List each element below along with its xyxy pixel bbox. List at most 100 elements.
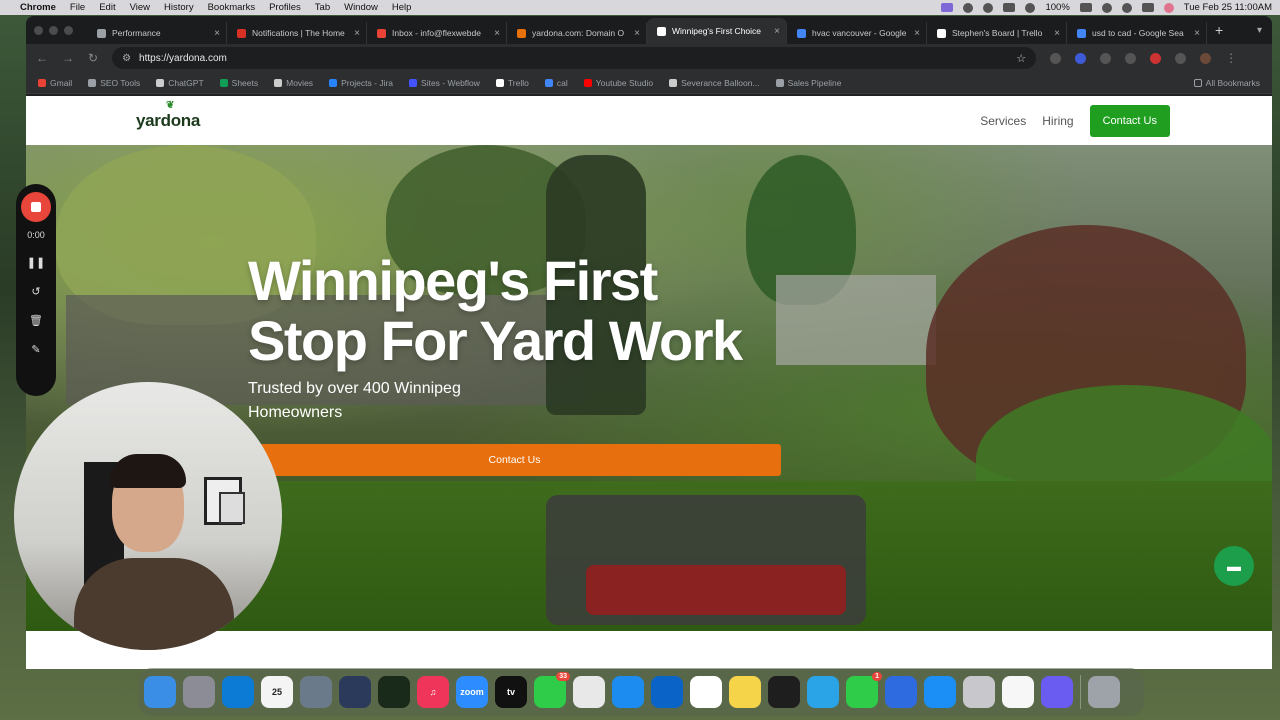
browser-tab[interactable]: Stephen's Board | Trello ×	[927, 22, 1067, 44]
wifi-icon[interactable]	[1101, 2, 1112, 13]
dock-preview-icon[interactable]	[300, 676, 332, 708]
pause-icon[interactable]: ❚❚	[27, 256, 45, 269]
dock-zoom-icon[interactable]: zoom	[456, 676, 488, 708]
dock-finder-icon[interactable]	[144, 676, 176, 708]
dock-edge-icon[interactable]	[222, 676, 254, 708]
stop-recording-button[interactable]	[21, 192, 51, 222]
tab-close-icon[interactable]: ×	[214, 28, 220, 39]
dock-outlook-icon[interactable]	[651, 676, 683, 708]
chat-widget-button[interactable]: ▬	[1214, 546, 1254, 586]
bookmark-item[interactable]: Sales Pipeline	[775, 78, 841, 88]
address-bar[interactable]: ⚙ https://yardona.com ☆	[112, 47, 1037, 69]
menu-help[interactable]: Help	[392, 2, 412, 13]
browser-tab[interactable]: yardona.com: Domain O ×	[507, 22, 647, 44]
tab-close-icon[interactable]: ×	[1194, 28, 1200, 39]
bluetooth-icon[interactable]	[963, 2, 974, 13]
siri-icon[interactable]	[1163, 2, 1174, 13]
draw-pencil-icon[interactable]: ✎	[31, 343, 40, 356]
header-contact-button[interactable]: Contact Us	[1089, 104, 1170, 137]
extension-red-icon[interactable]	[1150, 52, 1162, 64]
bookmark-item[interactable]: Sheets	[219, 78, 258, 88]
dock-messages-icon[interactable]: 33	[534, 672, 570, 708]
dock-safari-icon[interactable]	[612, 676, 644, 708]
dock-app-store-icon[interactable]	[924, 676, 956, 708]
tab-close-icon[interactable]: ×	[634, 28, 640, 39]
tab-search-chevron-icon[interactable]: ▾	[1257, 25, 1262, 36]
bookmark-item[interactable]: Trello	[495, 78, 529, 88]
browser-tab[interactable]: usd to cad - Google Sea ×	[1067, 22, 1207, 44]
nav-services[interactable]: Services	[980, 114, 1026, 128]
browser-tab[interactable]: Winnipeg's First Choice ×	[647, 18, 787, 44]
search-icon[interactable]	[1121, 2, 1132, 13]
site-logo[interactable]: ❦ yardona	[136, 100, 200, 131]
close-window-button[interactable]	[34, 25, 43, 35]
dock-screens-icon[interactable]	[807, 676, 839, 708]
dock-launchpad-icon[interactable]	[183, 676, 215, 708]
all-bookmarks-folder[interactable]: All Bookmarks	[1193, 78, 1260, 88]
screen-record-icon[interactable]	[941, 3, 954, 12]
extension-blue-icon[interactable]	[1075, 52, 1087, 64]
menu-history[interactable]: History	[164, 2, 194, 13]
extensions-puzzle-icon[interactable]	[1175, 52, 1187, 64]
dock-chrome-icon[interactable]	[573, 676, 605, 708]
restart-icon[interactable]: ↺	[31, 285, 40, 298]
dock-iphone-mirroring-icon[interactable]	[963, 676, 995, 708]
menu-window[interactable]: Window	[344, 2, 378, 13]
menu-clock[interactable]: Tue Feb 25 11:00AM	[1184, 2, 1272, 13]
nav-hiring[interactable]: Hiring	[1042, 114, 1073, 128]
dock-apple-tv-icon[interactable]: tv	[495, 676, 527, 708]
bookmark-item[interactable]: ChatGPT	[156, 78, 204, 88]
bookmark-item[interactable]: Projects - Jira	[329, 78, 393, 88]
dock-docs-icon[interactable]	[885, 676, 917, 708]
hero-contact-button[interactable]: Contact Us	[248, 444, 781, 476]
zoom-window-button[interactable]	[64, 25, 73, 35]
tab-close-icon[interactable]: ×	[774, 26, 780, 37]
back-arrow-icon[interactable]: ←	[36, 51, 48, 65]
menu-edit[interactable]: Edit	[99, 2, 115, 13]
dock-photos-icon[interactable]	[1002, 676, 1034, 708]
dock-perplexity-icon[interactable]	[1041, 676, 1073, 708]
extension-cloud-icon[interactable]	[1125, 52, 1137, 64]
bookmark-item[interactable]: Movies	[274, 78, 313, 88]
tab-close-icon[interactable]: ×	[494, 28, 500, 39]
bookmark-item[interactable]: Gmail	[38, 78, 72, 88]
extension-icon[interactable]	[1003, 3, 1016, 12]
forward-arrow-icon[interactable]: →	[62, 51, 74, 65]
dock-notes-icon[interactable]	[729, 676, 761, 708]
dock-activity-monitor-icon[interactable]	[378, 676, 410, 708]
menu-profiles[interactable]: Profiles	[269, 2, 301, 13]
menu-kebab-icon[interactable]: ⋮	[1225, 51, 1237, 65]
menu-view[interactable]: View	[130, 2, 150, 13]
minimize-window-button[interactable]	[49, 25, 58, 35]
dock-facetime-icon[interactable]: 1	[846, 672, 882, 708]
menu-file[interactable]: File	[70, 2, 85, 13]
dock-safari-alt-icon[interactable]	[339, 676, 371, 708]
browser-tab[interactable]: hvac vancouver - Google ×	[787, 22, 927, 44]
dock-figma-icon[interactable]	[768, 676, 800, 708]
control-center-icon[interactable]	[1141, 3, 1154, 12]
menu-bookmarks[interactable]: Bookmarks	[208, 2, 256, 13]
bookmark-item[interactable]: Youtube Studio	[583, 78, 653, 88]
headphones-icon[interactable]	[1025, 2, 1036, 13]
browser-tab[interactable]: Notifications | The Home ×	[227, 22, 367, 44]
menu-tab[interactable]: Tab	[315, 2, 330, 13]
new-tab-button[interactable]: +	[1215, 22, 1223, 38]
browser-tab[interactable]: Inbox - info@flexwebde ×	[367, 22, 507, 44]
bookmark-item[interactable]: cal	[544, 78, 568, 88]
extension-grid-icon[interactable]	[1050, 52, 1062, 64]
menu-app-name[interactable]: Chrome	[20, 2, 56, 13]
bookmark-item[interactable]: Sites - Webflow	[409, 78, 480, 88]
dock-trash-icon[interactable]	[1088, 676, 1120, 708]
profile-avatar[interactable]	[1200, 52, 1212, 64]
brightness-icon[interactable]	[983, 2, 994, 13]
bookmark-item[interactable]: Severance Balloon...	[669, 78, 760, 88]
webcam-overlay[interactable]	[14, 382, 282, 650]
bookmark-item[interactable]: SEO Tools	[88, 78, 140, 88]
trash-icon[interactable]: 🗑	[29, 314, 43, 327]
tab-close-icon[interactable]: ×	[1054, 28, 1060, 39]
dock-calendar-icon[interactable]: 25	[261, 676, 293, 708]
extension-chat-icon[interactable]	[1100, 52, 1112, 64]
bookmark-star-icon[interactable]: ☆	[1016, 52, 1026, 65]
site-info-icon[interactable]: ⚙	[122, 53, 131, 64]
reload-icon[interactable]: ↻	[88, 51, 98, 65]
